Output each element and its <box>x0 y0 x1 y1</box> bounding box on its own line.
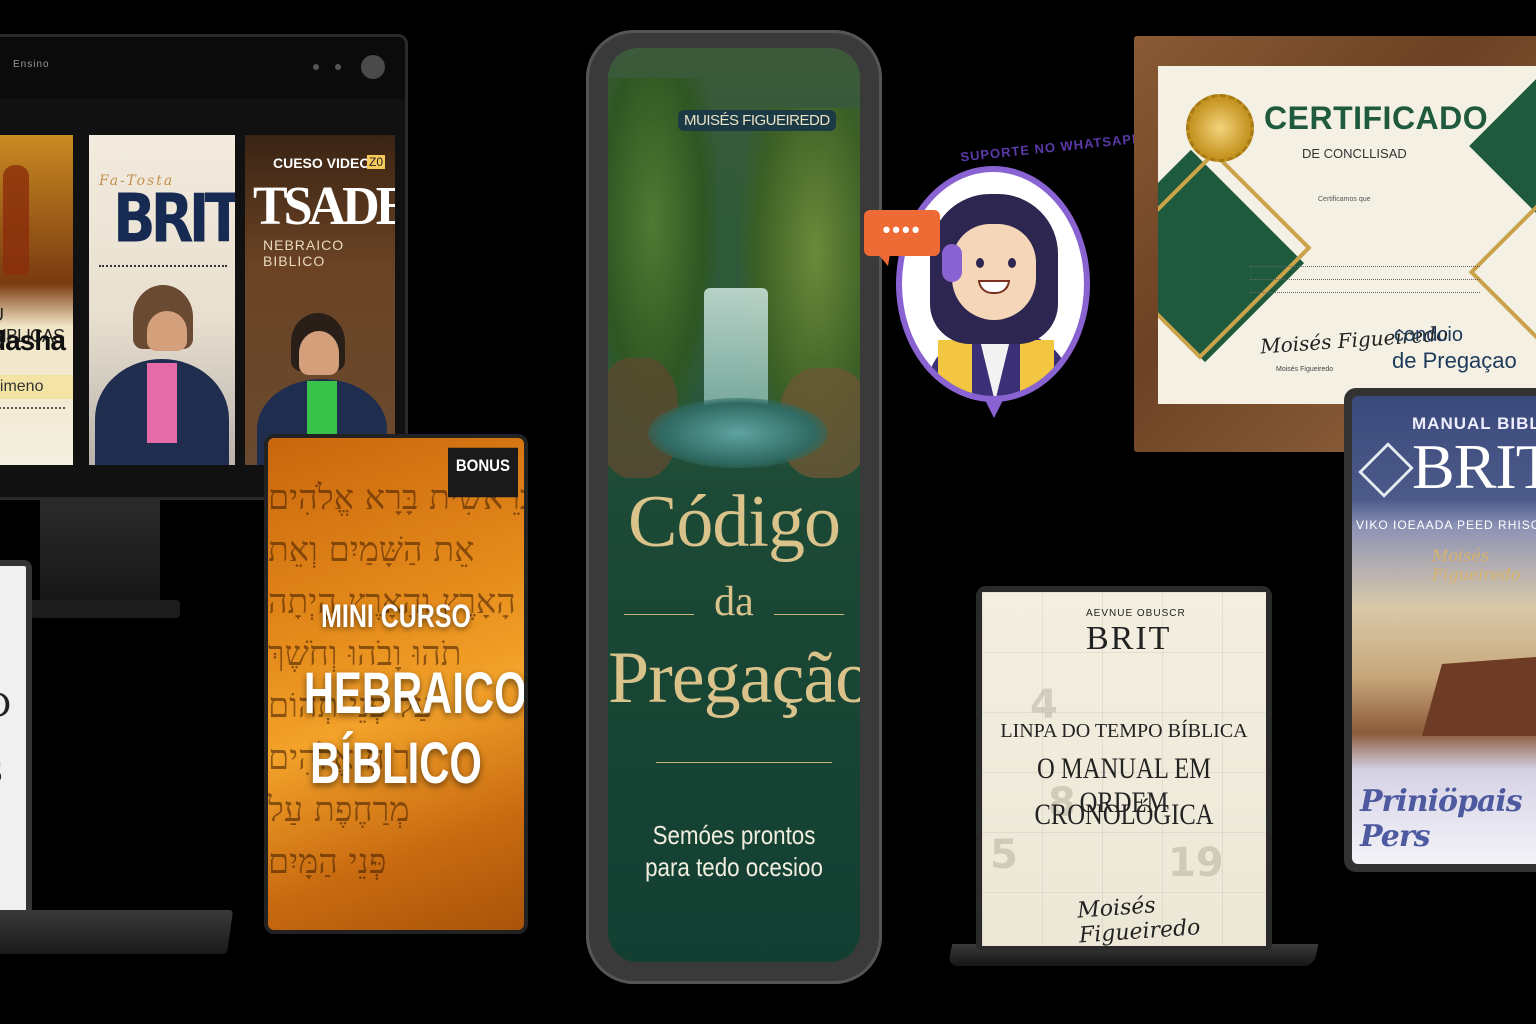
card-title: TSADE <box>253 176 395 237</box>
certificate-subtitle: DE CONCLLISAD <box>1302 146 1407 161</box>
card-footer: dimeno <box>0 375 73 399</box>
left-laptop-keyboard <box>0 910 234 954</box>
face <box>952 224 1036 320</box>
dot-icon <box>335 64 341 70</box>
course-card[interactable]: U BIBLICAS dasha dimeno <box>0 135 73 465</box>
lapel <box>1020 340 1054 396</box>
ebook-subtitle-line1: Semóes prontos <box>652 820 816 850</box>
laptop[interactable]: 4 8 5 19 AEVNUE OBUSCR BRIT LINPA DO TEM… <box>976 586 1272 950</box>
brit-logo-icon <box>1358 442 1414 498</box>
divider <box>656 762 832 763</box>
card-badge: CUESO VIDEO <box>273 155 371 171</box>
certificate: CERTIFICADO DE CONCLLISAD Certificamos q… <box>1158 66 1536 404</box>
card-subtitle: NEBRAICO BIBLICO <box>263 237 345 269</box>
divider <box>774 614 844 615</box>
headset-icon <box>942 244 962 282</box>
avatar[interactable] <box>361 55 385 79</box>
ebook-title-connector: da <box>714 579 754 625</box>
card-title: dasha <box>0 325 66 356</box>
hebrew-text: פְּנֵי הַמָּיִם <box>268 842 387 882</box>
manual-cover: MANUAL BIBL BRIT VIKO IOEAADA PEED RHISO… <box>1352 396 1536 864</box>
medal-icon <box>1186 94 1254 162</box>
dot-icon <box>313 64 319 70</box>
certificate-title: CERTIFICADO <box>1264 100 1489 136</box>
pool-illustration <box>648 398 828 468</box>
laptop-screen: 4 8 5 19 AEVNUE OBUSCR BRIT LINPA DO TEM… <box>982 592 1266 946</box>
manual-footer: Priniöpais Pers <box>1360 784 1523 854</box>
course-card[interactable]: CUESO VIDEO Z0 TSADE NEBRAICO BIBLICO <box>245 135 395 465</box>
certificate-brand: condcio <box>1394 324 1463 346</box>
card-title: BRIT <box>113 180 235 259</box>
desert-mesa-illustration <box>1422 655 1536 736</box>
certificate-text-lines <box>1250 266 1480 305</box>
monitor: Ensino U BIBLICAS dasha dimeno Fa-Tosta … <box>0 34 408 500</box>
presenter-shirt <box>147 363 177 443</box>
ebook-cover: MUISÉS FIGUEIREDD Código da Pregação Sem… <box>608 48 860 962</box>
chat-bubble-tail <box>878 254 890 266</box>
bonus-title-line2: HEBRAICO <box>303 661 527 726</box>
eye <box>976 258 984 268</box>
chat-bubble-icon[interactable]: •••• <box>864 210 940 256</box>
card-badge-number: Z0 <box>367 155 386 169</box>
author-name: MUISÉS FIGUEIREDD <box>678 110 836 131</box>
chat-dots: •••• <box>882 217 922 242</box>
certificate-brand: de Pregaçao <box>1392 348 1517 373</box>
signature-caption: Moisés Figueiredo <box>1276 366 1334 373</box>
app-title: Ensino <box>13 59 50 70</box>
ebook-title-line1: Código <box>628 481 841 563</box>
monitor-stand <box>40 498 160 608</box>
manual-brand: BRIT <box>1412 431 1536 502</box>
screen-mark: D <box>0 686 11 726</box>
hebrew-text: אֵת הַשָּׁמַיִם וְאֵת <box>268 530 475 570</box>
ebook-subtitle-line2: para tedo ocesioo <box>645 852 823 882</box>
bonus-badge: BONUS <box>447 447 518 498</box>
figure-illustration <box>3 165 29 275</box>
laptop-brand: BRIT <box>1086 620 1172 657</box>
support-arc-text: SUPORTE NO WHATSAPP <box>959 130 1143 165</box>
bonus-title-line1: MINI CURSO <box>321 598 471 634</box>
bonus-title-line3: BÍBLICO <box>310 731 482 796</box>
calendar-number: 19 <box>1168 840 1224 886</box>
manual-tablet[interactable]: MANUAL BIBL BRIT VIKO IOEAADA PEED RHISO… <box>1344 388 1536 872</box>
bonus-tablet[interactable]: בְּרֵאשִׁית בָּרָא אֱלֹהִים אֵת הַשָּׁמַ… <box>264 434 528 934</box>
manual-tagline: VIKO IOEAADA PEED RHISON <box>1356 518 1536 532</box>
lapel <box>938 340 972 396</box>
course-card[interactable]: Fa-Tosta BRIT <box>89 135 235 465</box>
support-avatar[interactable] <box>896 166 1090 402</box>
left-laptop-screen: D S <box>0 560 32 920</box>
presenter-face <box>147 311 187 351</box>
ebook-title-line2: Pregação <box>608 637 860 719</box>
certificate-fine-print: Certificamos que <box>1318 196 1371 203</box>
eye <box>1008 258 1016 268</box>
screen-mark: S <box>0 756 3 789</box>
decor-shape <box>1469 66 1536 231</box>
manual-script: Moisés Figueiredo <box>1432 546 1521 584</box>
calendar-number: 5 <box>990 832 1018 878</box>
fine-print <box>0 407 65 411</box>
decor-shape <box>1468 188 1536 342</box>
laptop-title-line1: LINPA DO TEMPO BÍBLICA <box>1000 720 1248 742</box>
monitor-topbar: Ensino <box>0 37 405 99</box>
laptop-title-line3: CRONOLÓGICA <box>1034 798 1214 831</box>
presenter-face <box>299 331 339 375</box>
phone-mockup[interactable]: MUISÉS FIGUEIREDD Código da Pregação Sem… <box>586 30 882 984</box>
laptop-small-text: AEVNUE OBUSCR <box>1086 608 1186 619</box>
monitor-stand-base <box>30 600 180 618</box>
fine-print <box>99 265 227 269</box>
